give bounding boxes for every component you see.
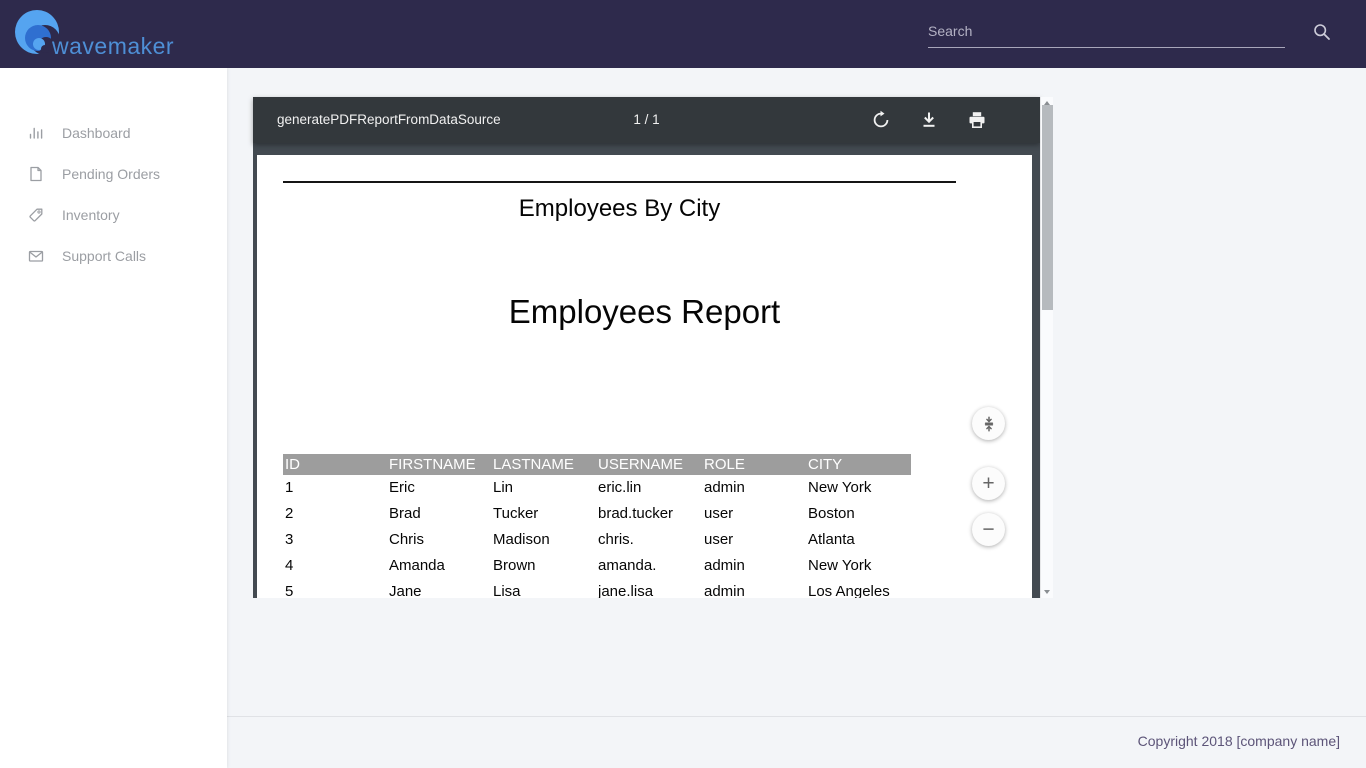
column-header: CITY (806, 454, 911, 475)
table-row: 3 Chris Madison chris. user Atlanta (283, 527, 911, 553)
table-cell: Jane (387, 579, 491, 598)
table-cell: jane.lisa (596, 579, 702, 598)
logo-text: wavemaker (52, 33, 174, 60)
table-cell: brad.tucker (596, 501, 702, 527)
table-cell: Los Angeles (806, 579, 911, 598)
table-cell: New York (806, 475, 911, 501)
report-title: Employees Report (257, 293, 1032, 331)
sidebar-item-label: Inventory (62, 207, 120, 223)
table-row: 4 Amanda Brown amanda. admin New York (283, 553, 911, 579)
report-subtitle: Employees By City (283, 195, 956, 223)
search-icon[interactable] (1312, 22, 1332, 42)
zoom-out-button[interactable]: − (972, 513, 1005, 546)
table-cell: 1 (283, 475, 387, 501)
table-row: 1 Eric Lin eric.lin admin New York (283, 475, 911, 501)
table-cell: 5 (283, 579, 387, 598)
document-icon (28, 166, 44, 182)
sidebar: Dashboard Pending Orders Inventory Suppo… (0, 68, 227, 768)
report-header-rule (283, 181, 956, 183)
table-row: 2 Brad Tucker brad.tucker user Boston (283, 501, 911, 527)
table-cell: Eric (387, 475, 491, 501)
column-header: ID (283, 454, 387, 475)
pdf-scrollbar[interactable] (1040, 97, 1053, 598)
table-cell: admin (702, 579, 806, 598)
app-root: wavemaker Dashboard (0, 0, 1366, 768)
sidebar-item-pending-orders[interactable]: Pending Orders (0, 153, 227, 194)
table-cell: eric.lin (596, 475, 702, 501)
pdf-toolbar: generatePDFReportFromDataSource 1 / 1 (253, 97, 1040, 143)
pdf-page: Employees By City Employees Report ID FI… (257, 155, 1032, 598)
search-input[interactable] (928, 14, 1285, 48)
table-cell: admin (702, 475, 806, 501)
table-cell: user (702, 501, 806, 527)
column-header: LASTNAME (491, 454, 596, 475)
sidebar-item-support-calls[interactable]: Support Calls (0, 235, 227, 276)
main-content: generatePDFReportFromDataSource 1 / 1 (227, 68, 1366, 716)
scroll-down-arrow[interactable] (1041, 586, 1054, 598)
table-cell: Lin (491, 475, 596, 501)
table-cell: Brad (387, 501, 491, 527)
sidebar-item-dashboard[interactable]: Dashboard (0, 112, 227, 153)
app-header: wavemaker (0, 0, 1366, 68)
scrollbar-thumb[interactable] (1042, 105, 1053, 310)
employees-table: ID FIRSTNAME LASTNAME USERNAME ROLE CITY… (283, 454, 911, 598)
table-cell: admin (702, 553, 806, 579)
search (928, 14, 1285, 50)
table-cell: Chris (387, 527, 491, 553)
sidebar-item-label: Pending Orders (62, 166, 160, 182)
column-header: ROLE (702, 454, 806, 475)
table-cell: Lisa (491, 579, 596, 598)
column-header: FIRSTNAME (387, 454, 491, 475)
fit-to-page-button[interactable] (972, 407, 1005, 440)
download-button[interactable] (919, 110, 939, 130)
app-footer: Copyright 2018 [company name] (227, 716, 1366, 768)
zoom-in-button[interactable]: + (972, 467, 1005, 500)
print-icon (967, 110, 987, 130)
table-cell: Atlanta (806, 527, 911, 553)
table-row: 5 Jane Lisa jane.lisa admin Los Angeles (283, 579, 911, 598)
table-header-row: ID FIRSTNAME LASTNAME USERNAME ROLE CITY (283, 454, 911, 475)
copyright-text: Copyright 2018 [company name] (1138, 733, 1340, 749)
table-cell: Boston (806, 501, 911, 527)
sidebar-item-label: Dashboard (62, 125, 131, 141)
pdf-viewer: generatePDFReportFromDataSource 1 / 1 (253, 97, 1053, 598)
print-button[interactable] (967, 110, 987, 130)
table-cell: Tucker (491, 501, 596, 527)
table-cell: 3 (283, 527, 387, 553)
table-cell: 2 (283, 501, 387, 527)
table-cell: chris. (596, 527, 702, 553)
pdf-toolbar-actions (871, 97, 987, 143)
sidebar-item-inventory[interactable]: Inventory (0, 194, 227, 235)
column-header: USERNAME (596, 454, 702, 475)
table-cell: user (702, 527, 806, 553)
table-cell: New York (806, 553, 911, 579)
table-cell: Brown (491, 553, 596, 579)
envelope-icon (28, 248, 44, 264)
table-cell: Madison (491, 527, 596, 553)
sidebar-item-label: Support Calls (62, 248, 146, 264)
rotate-button[interactable] (871, 110, 891, 130)
table-cell: 4 (283, 553, 387, 579)
table-cell: Amanda (387, 553, 491, 579)
table-cell: amanda. (596, 553, 702, 579)
bar-chart-icon (28, 125, 44, 141)
tag-icon (28, 207, 44, 223)
rotate-icon (871, 110, 891, 130)
pdf-document-area: Employees By City Employees Report ID FI… (253, 143, 1040, 598)
wavemaker-logo[interactable]: wavemaker (0, 0, 230, 68)
fit-to-page-icon (981, 416, 997, 432)
download-icon (919, 110, 939, 130)
